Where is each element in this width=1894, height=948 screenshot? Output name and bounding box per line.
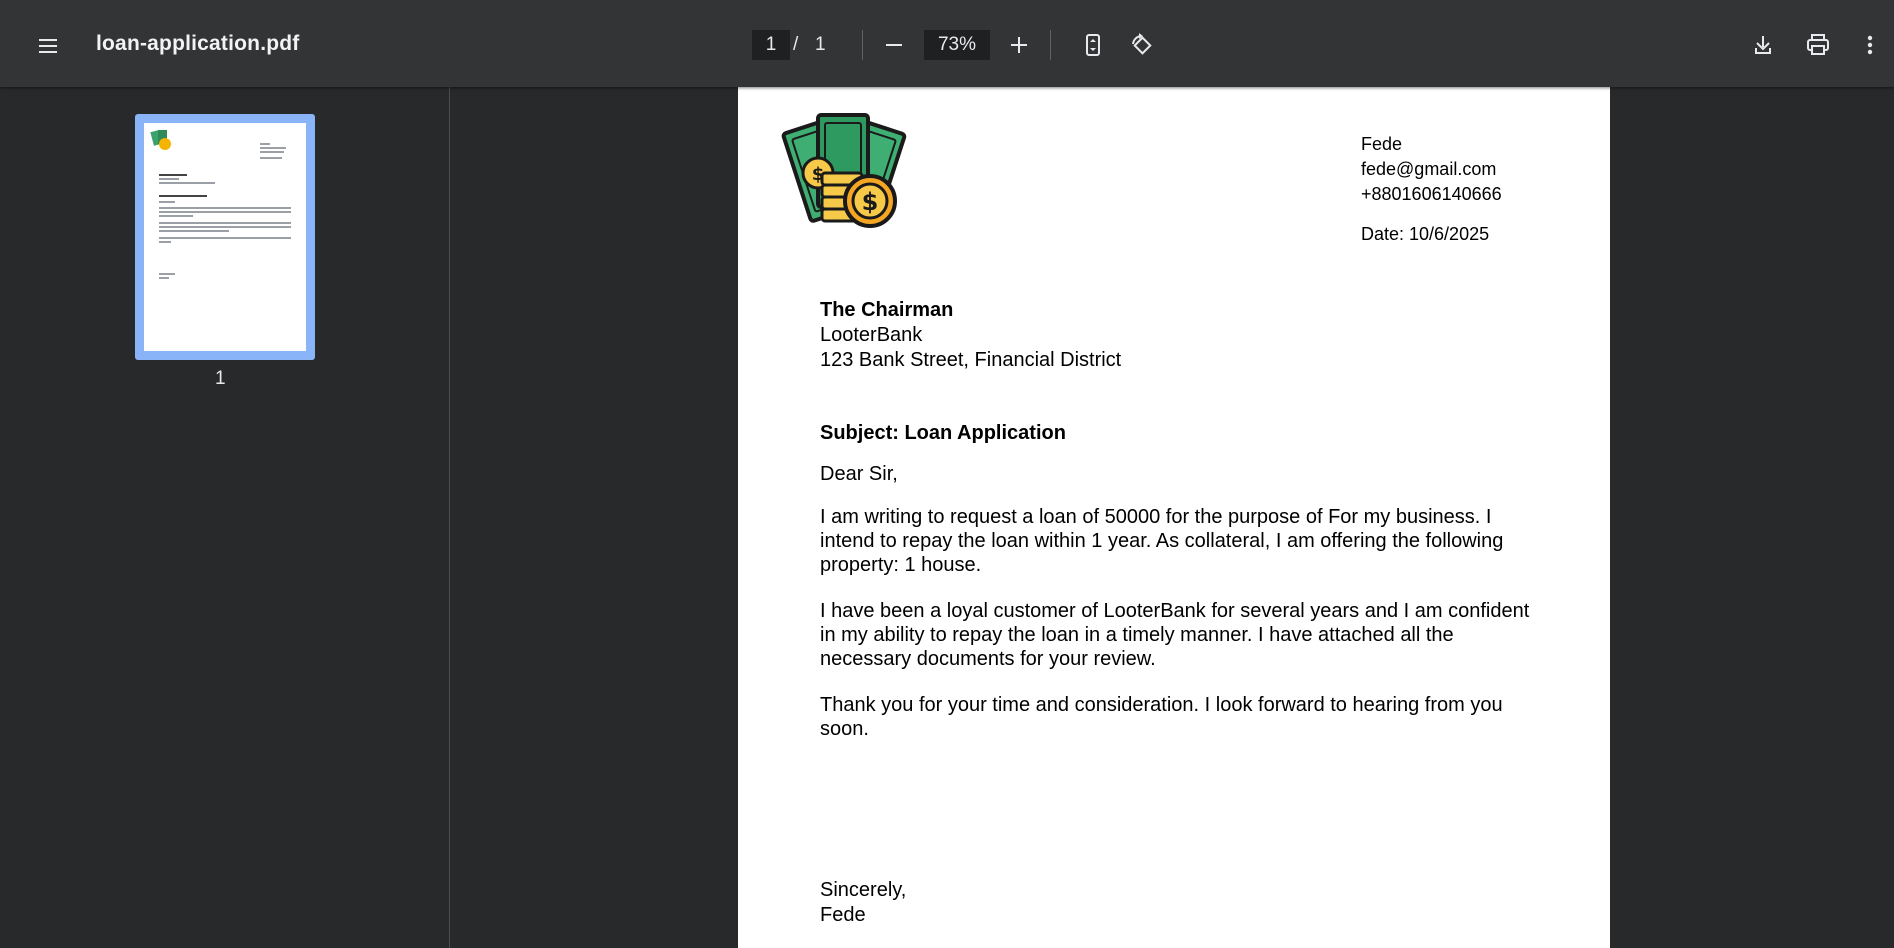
menu-button[interactable]	[28, 26, 68, 66]
sender-phone: +8801606140666	[1361, 184, 1502, 204]
rotate-button[interactable]	[1121, 25, 1161, 65]
rotate-icon	[1132, 33, 1152, 55]
recipient-block: The Chairman LooterBank 123 Bank Street,…	[820, 298, 1121, 373]
zoom-in-button[interactable]	[999, 25, 1039, 65]
page-thumbnail[interactable]	[135, 114, 315, 360]
document-title: loan-application.pdf	[96, 32, 300, 55]
letter-closing: Sincerely,	[820, 879, 907, 901]
thumbnail-page-number: 1	[215, 368, 226, 389]
zoom-level-input[interactable]: 73%	[924, 30, 990, 60]
sender-name: Fede	[1361, 134, 1403, 154]
menu-icon	[39, 39, 57, 53]
thumbnail-sidebar: 1	[0, 87, 450, 948]
letter-paragraph: I am writing to request a loan of 50000 …	[820, 506, 1504, 576]
page-number-input[interactable]: 1	[752, 30, 790, 60]
toolbar-divider	[862, 30, 863, 60]
letter-paragraph: Thank you for your time and consideratio…	[820, 694, 1503, 740]
thumbnail-logo-icon	[150, 129, 171, 150]
letter-paragraph: I have been a loyal customer of LooterBa…	[820, 600, 1530, 670]
letter-date: Date: 10/6/2025	[1361, 224, 1490, 244]
svg-text:$: $	[862, 188, 879, 216]
download-button[interactable]	[1743, 25, 1783, 65]
zoom-out-icon	[886, 44, 902, 46]
more-vert-icon	[1867, 35, 1873, 55]
recipient-organization: LooterBank	[820, 324, 923, 346]
print-button[interactable]	[1798, 25, 1838, 65]
sender-email: fede@gmail.com	[1361, 159, 1497, 179]
thumbnail-page-preview	[144, 123, 306, 351]
letter-salutation: Dear Sir,	[820, 463, 898, 485]
download-icon	[1755, 36, 1771, 54]
letter-signature: Fede	[820, 904, 866, 926]
pdf-toolbar: loan-application.pdf 1 / 1 73%	[0, 0, 1894, 87]
recipient-address: 123 Bank Street, Financial District	[820, 349, 1122, 371]
fit-page-icon	[1086, 34, 1100, 56]
zoom-in-icon	[1011, 37, 1027, 53]
recipient-title: The Chairman	[820, 299, 954, 321]
letter-closing-block: Sincerely, Fede	[820, 878, 906, 928]
page-separator: /	[793, 34, 799, 55]
document-viewer[interactable]: $ $ Fede fede@gmail.com +8801606140666 D…	[450, 87, 1894, 948]
more-options-button[interactable]	[1852, 25, 1888, 65]
page-total: 1	[815, 34, 826, 55]
sender-block: Fede fede@gmail.com +8801606140666	[1361, 132, 1502, 207]
zoom-out-button[interactable]	[874, 25, 914, 65]
letter-subject: Subject: Loan Application	[820, 422, 1066, 444]
money-coins-icon: $ $	[781, 113, 907, 228]
fit-to-page-button[interactable]	[1073, 25, 1113, 65]
print-icon	[1807, 34, 1829, 55]
toolbar-divider	[1050, 30, 1051, 60]
pdf-page: $ $ Fede fede@gmail.com +8801606140666 D…	[738, 87, 1610, 948]
